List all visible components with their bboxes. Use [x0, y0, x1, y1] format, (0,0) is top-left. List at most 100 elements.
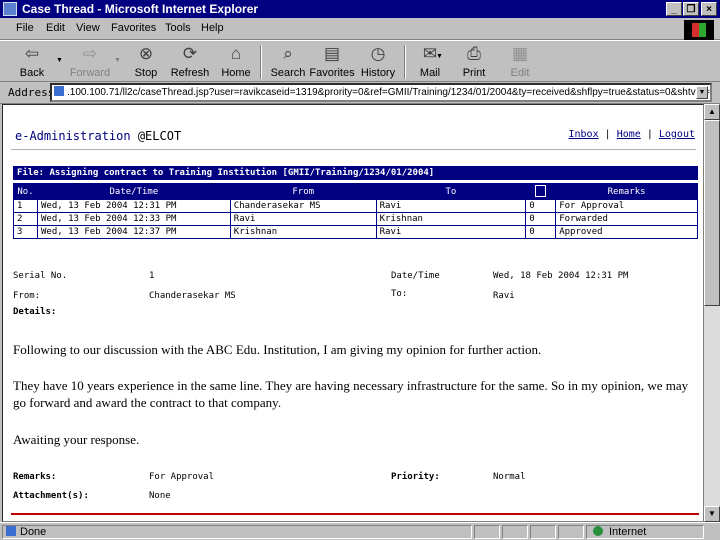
stop-icon: ⊗ [138, 44, 154, 63]
message-paragraph: They have 10 years experience in the sam… [13, 378, 689, 410]
edit-page-icon: ▦ [511, 44, 529, 63]
menu-view[interactable]: View [76, 22, 100, 34]
menu-favorites[interactable]: Favorites [111, 22, 156, 34]
table-row[interactable]: 3 Wed, 13 Feb 2004 12:37 PM Krishnan Rav… [13, 225, 698, 239]
footer-divider [11, 513, 699, 515]
web-page-content: e-Administration @ELCOT Inbox | Home | L… [2, 104, 704, 522]
scroll-up-icon[interactable]: ▲ [704, 104, 720, 120]
row-no: 1 [13, 199, 38, 213]
home-label: Home [221, 67, 251, 79]
attachment-label: Attachment(s): [13, 491, 89, 501]
brand-name: e-Administration [15, 129, 131, 143]
edit-button[interactable]: ▦ Edit [494, 43, 546, 81]
table-header-row: No. Date/Time From To Remarks [13, 183, 698, 200]
zone-pane: Internet [586, 525, 704, 539]
ie-app-icon[interactable] [3, 2, 17, 16]
top-links: Inbox | Home | Logout [568, 129, 695, 140]
row-date: Wed, 13 Feb 2004 12:31 PM [36, 199, 231, 213]
priority-label: Priority: [391, 472, 440, 482]
back-arrow-icon: ⇦ [24, 44, 40, 63]
home-link[interactable]: Home [617, 129, 641, 140]
window-title: Case Thread - Microsoft Internet Explore… [22, 2, 259, 16]
file-title-row: File: Assigning contract to Training Ins… [13, 166, 698, 180]
refresh-label: Refresh [170, 67, 210, 79]
table-row[interactable]: 1 Wed, 13 Feb 2004 12:31 PM Chanderaseka… [13, 199, 698, 213]
menu-bar: File Edit View Favorites Tools Help [0, 18, 720, 40]
address-bar: Address .100.100.71/ll2c/caseThread.jsp?… [0, 82, 720, 104]
scroll-thumb[interactable] [704, 120, 720, 306]
windows-logo-icon [684, 20, 714, 40]
address-dropdown-icon[interactable]: ▼ [696, 86, 708, 99]
history-label: History [360, 67, 396, 79]
link-separator: | [604, 129, 611, 140]
back-button[interactable]: ⇦ Back [6, 43, 58, 81]
scroll-down-icon[interactable]: ▼ [704, 506, 720, 522]
col-flag [525, 183, 557, 200]
menu-tools[interactable]: Tools [165, 22, 191, 34]
refresh-button[interactable]: ⟳ Refresh [164, 43, 216, 81]
window-title-bar: Case Thread - Microsoft Internet Explore… [0, 0, 720, 18]
row-no: 3 [13, 225, 38, 239]
menu-file[interactable]: File [16, 22, 34, 34]
row-from: Krishnan [229, 225, 377, 239]
row-remarks: Forwarded [555, 212, 698, 226]
from-label: From: [13, 291, 41, 301]
minimize-button[interactable]: _ [666, 2, 682, 16]
inbox-link[interactable]: Inbox [568, 129, 598, 140]
remarks-label: Remarks: [13, 472, 57, 482]
address-input[interactable]: .100.100.71/ll2c/caseThread.jsp?user=rav… [50, 83, 712, 102]
history-button[interactable]: ◷ History [352, 43, 404, 81]
row-to: Ravi [375, 199, 527, 213]
select-all-checkbox[interactable] [535, 185, 547, 197]
address-label: Address [8, 86, 55, 99]
brand-org: @ELCOT [137, 129, 182, 143]
refresh-icon: ⟳ [182, 44, 198, 63]
row-date: Wed, 13 Feb 2004 12:33 PM [36, 212, 231, 226]
forward-arrow-icon: ⇨ [82, 44, 98, 63]
thread-table: File: Assigning contract to Training Ins… [13, 166, 698, 239]
status-pane [530, 525, 556, 539]
message-paragraph: Awaiting your response. [13, 432, 140, 447]
maximize-button[interactable]: ❐ [683, 2, 699, 16]
details-label: Details: [13, 307, 57, 317]
col-to: To [375, 183, 527, 200]
logout-link[interactable]: Logout [659, 129, 695, 140]
message-paragraph: Following to our discussion with the ABC… [13, 342, 542, 357]
home-icon: ⌂ [230, 44, 242, 63]
page-icon [54, 86, 64, 96]
status-pane [502, 525, 528, 539]
status-pane: Done [2, 525, 472, 539]
close-button[interactable]: × [701, 2, 717, 16]
print-button[interactable]: ⎙ Print [448, 43, 500, 81]
back-dropdown-icon[interactable]: ▼ [56, 57, 63, 64]
mail-dropdown-icon[interactable]: ▼ [436, 53, 443, 60]
menu-help[interactable]: Help [201, 22, 224, 34]
favorites-folder-icon: ▤ [323, 44, 341, 63]
forward-button[interactable]: ⇨ Forward [64, 43, 116, 81]
row-flag: 0 [525, 225, 557, 239]
row-date: Wed, 13 Feb 2004 12:37 PM [36, 225, 231, 239]
from-value: Chanderasekar MS [149, 291, 236, 301]
vertical-scrollbar[interactable]: ▲ ▼ [704, 104, 720, 522]
col-datetime: Date/Time [36, 183, 231, 200]
status-pane [558, 525, 584, 539]
datetime-value: Wed, 18 Feb 2004 12:31 PM [493, 271, 629, 281]
row-no: 2 [13, 212, 38, 226]
row-from: Chanderasekar MS [229, 199, 377, 213]
row-flag: 0 [525, 199, 557, 213]
print-label: Print [462, 67, 486, 79]
favorites-button[interactable]: ▤ Favorites [306, 43, 358, 81]
to-value: Ravi [493, 291, 515, 301]
page-status-icon [6, 526, 16, 536]
file-title: File: Assigning contract to Training Ins… [13, 166, 698, 180]
status-text: Done [20, 526, 47, 538]
home-button[interactable]: ⌂ Home [210, 43, 262, 81]
header-divider [11, 149, 696, 150]
menu-edit[interactable]: Edit [46, 22, 65, 34]
favorites-label: Favorites [309, 67, 355, 79]
remarks-value: For Approval [149, 472, 215, 482]
col-no: No. [13, 183, 38, 200]
serial-label: Serial No. [13, 271, 68, 281]
col-remarks: Remarks [555, 183, 698, 200]
table-row[interactable]: 2 Wed, 13 Feb 2004 12:33 PM Ravi Krishna… [13, 212, 698, 226]
